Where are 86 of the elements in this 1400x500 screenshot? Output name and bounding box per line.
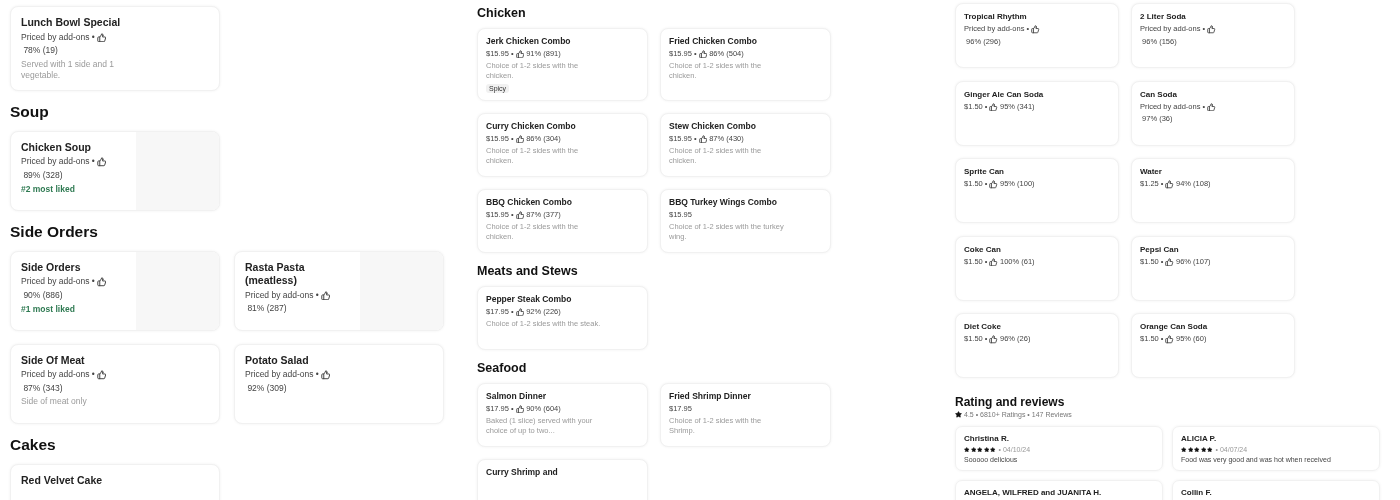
menu-item-card[interactable]: Chicken Soup Priced by add-ons • 89% (328) #2 most liked xyxy=(10,130,220,211)
section-heading: Meats and Stews xyxy=(477,262,579,279)
item-title: Stew Chicken Combo xyxy=(669,120,756,132)
rating-text: 92% (309) xyxy=(246,382,287,395)
menu-item-card[interactable]: Lunch Bowl Special Priced by add-ons • 78% (19) Served with 1 side and 1 vegetable. xyxy=(10,6,220,91)
item-title: Pepsi Can xyxy=(1140,244,1179,255)
thumbs-up-icon xyxy=(515,404,525,414)
thumbs-up-icon xyxy=(1207,25,1216,34)
item-title: Lunch Bowl Special xyxy=(21,16,121,30)
thumbs-up-icon xyxy=(989,180,998,189)
section-heading: Chicken xyxy=(477,5,527,21)
item-title: Coke Can xyxy=(964,244,1001,255)
menu-item-card[interactable]: Side Orders Priced by add-ons • 90% (886) #1 most liked xyxy=(10,250,220,331)
thumbs-up-icon xyxy=(989,257,998,267)
price-text: Priced by add-ons • xyxy=(21,156,95,168)
item-title: Rasta Pasta (meatless) xyxy=(245,260,306,288)
section-heading: Cakes xyxy=(10,434,57,455)
section-heading: Side Orders xyxy=(10,221,99,242)
thumbs-up-icon xyxy=(515,134,525,144)
item-title: Salmon Dinner xyxy=(486,390,546,402)
price-text: Priced by add-ons • xyxy=(21,31,95,44)
item-description: Side of meat only xyxy=(21,396,87,408)
thumbs-up-icon xyxy=(515,307,525,317)
thumbs-up-icon xyxy=(1165,180,1174,189)
item-title: Tropical Rhythm xyxy=(964,12,1027,23)
item-title: BBQ Chicken Combo xyxy=(486,196,572,208)
menu-item-card[interactable]: Red Velvet Cake xyxy=(10,463,220,500)
section-heading: Soup xyxy=(10,101,50,122)
thumbs-up-icon xyxy=(1207,102,1216,112)
item-title: Can Soda xyxy=(1140,89,1177,100)
price-text: Priced by add-ons • xyxy=(245,289,319,302)
item-description: Served with 1 side and 1 vegetable. xyxy=(21,58,116,81)
thumbs-up-icon xyxy=(320,290,331,301)
menu-item-card[interactable]: Side Of Meat Priced by add-ons • 87% (343) Side of meat only xyxy=(10,343,220,424)
rating-text: 78% (19) xyxy=(22,45,58,57)
thumbs-up-icon xyxy=(515,210,525,220)
reviewer-name: ALICIA P. xyxy=(1181,434,1217,443)
rating-text: 87% (343) xyxy=(22,382,63,395)
star-icon xyxy=(955,411,962,418)
reviewer-name: Christina R. xyxy=(964,434,1009,443)
thumbs-up-icon xyxy=(96,277,107,287)
thumbs-up-icon xyxy=(698,49,708,59)
thumbs-up-icon xyxy=(96,157,107,167)
thumbs-up-icon xyxy=(1165,257,1174,267)
item-title: Diet Coke xyxy=(964,322,1001,333)
rating-text: 90% (886) xyxy=(22,289,63,302)
price-text: Priced by add-ons • xyxy=(245,369,319,381)
price-text: Priced by add-ons • xyxy=(21,276,95,288)
section-heading: Seafood xyxy=(477,359,528,376)
most-liked-label: #1 most liked xyxy=(21,303,75,316)
item-title: Jerk Chicken Combo xyxy=(486,36,571,48)
rating-text: 81% (287) xyxy=(246,303,287,315)
item-title: Side Orders xyxy=(21,260,81,275)
item-title: Potato Salad xyxy=(245,353,309,368)
thumbs-up-icon xyxy=(1031,25,1040,34)
item-title: Curry Chicken Combo xyxy=(486,120,576,132)
item-title: Water xyxy=(1140,167,1162,178)
item-title: Sprite Can xyxy=(964,167,1004,178)
rating-text: 89% (328) xyxy=(22,169,63,182)
price-text: Priced by add-ons • xyxy=(21,369,95,381)
thumbs-up-icon xyxy=(96,370,107,380)
item-title: Fried Chicken Combo xyxy=(669,36,757,48)
thumbs-up-icon xyxy=(989,335,998,344)
thumbs-up-icon xyxy=(1165,335,1174,344)
most-liked-label: #2 most liked xyxy=(21,183,75,196)
thumbs-up-icon xyxy=(989,102,998,112)
thumbs-up-icon xyxy=(96,32,107,43)
item-title: Side Of Meat xyxy=(21,353,85,368)
item-title: Orange Can Soda xyxy=(1140,322,1208,333)
section-heading: Rating and reviews xyxy=(955,394,1066,410)
menu-item-card[interactable]: Curry Shrimp and xyxy=(477,458,648,500)
item-title: Red Velvet Cake xyxy=(21,473,103,488)
item-title: Chicken Soup xyxy=(21,140,91,155)
item-title: Fried Shrimp Dinner xyxy=(669,390,751,402)
item-title: Curry Shrimp and xyxy=(486,466,558,478)
item-title: Ginger Ale Can Soda xyxy=(964,89,1044,100)
menu-item-card[interactable]: Potato Salad Priced by add-ons • 92% (309) xyxy=(234,343,444,424)
item-title: BBQ Turkey Wings Combo xyxy=(669,196,777,208)
thumbs-up-icon xyxy=(698,134,708,144)
reviewer-name: Collin F. xyxy=(1181,488,1212,497)
menu-item-card[interactable]: Rasta Pasta (meatless) Priced by add-ons • 81% (287) xyxy=(234,250,444,331)
thumbs-up-icon xyxy=(515,49,525,59)
thumbs-up-icon xyxy=(320,370,331,380)
reviewer-name: ANGELA, WILFRED and JUANITA H. xyxy=(964,488,1102,497)
item-title: 2 Liter Soda xyxy=(1140,12,1186,23)
item-title: Pepper Steak Combo xyxy=(486,293,572,305)
